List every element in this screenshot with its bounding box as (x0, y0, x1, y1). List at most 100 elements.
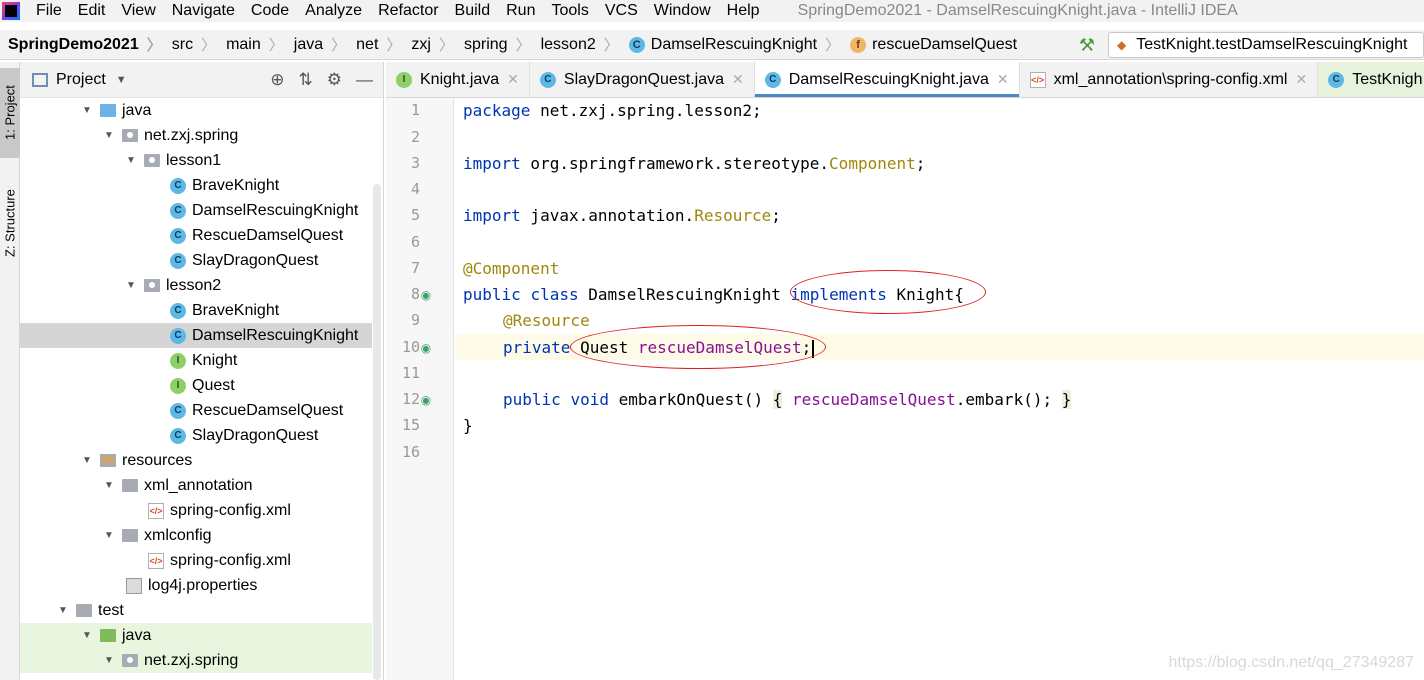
close-icon[interactable]: ✕ (1295, 71, 1307, 88)
close-icon[interactable]: ✕ (732, 71, 744, 88)
class-icon: C (170, 327, 186, 344)
tab-knight-java[interactable]: I Knight.java ✕ (386, 62, 530, 97)
package-icon (122, 654, 138, 667)
watermark: https://blog.csdn.net/qq_27349287 (1168, 654, 1414, 671)
menu-vcs[interactable]: VCS (597, 0, 646, 22)
folder-icon (122, 479, 138, 492)
tree-item[interactable]: C BraveKnight (20, 298, 372, 323)
test-class-icon: C (1328, 71, 1345, 88)
menu-edit[interactable]: Edit (70, 0, 114, 22)
collapse-all-icon[interactable]: ⇅ (299, 70, 313, 90)
chevron-down-icon[interactable]: ▼ (102, 655, 116, 666)
line-number: 5 (410, 206, 420, 224)
menu-view[interactable]: View (113, 0, 163, 22)
tree-item[interactable]: C RescueDamselQuest (20, 398, 372, 423)
menu-analyze[interactable]: Analyze (297, 0, 370, 22)
minimize-icon[interactable]: — (356, 70, 373, 90)
chevron-down-icon[interactable]: ▼ (124, 280, 138, 291)
code-editor[interactable] (455, 98, 1424, 680)
tree-item[interactable]: ▼ net.zxj.spring (20, 123, 372, 148)
code-line-1: package net.zxj.spring.lesson2; (463, 101, 762, 120)
tab-damselrescuingknight-java[interactable]: C DamselRescuingKnight.java ✕ (754, 62, 1020, 97)
package-icon (122, 129, 138, 142)
breadcrumb-project[interactable]: SpringDemo2021 〉 (0, 34, 162, 55)
menu-tools[interactable]: Tools (543, 0, 596, 22)
run-configuration-selector[interactable]: ◆ TestKnight.testDamselRescuingKnight (1108, 32, 1424, 58)
menu-refactor[interactable]: Refactor (370, 0, 446, 22)
tree-item[interactable]: C DamselRescuingKnight (20, 198, 372, 223)
injection-gutter-icon[interactable]: ◉ (418, 340, 434, 356)
chevron-down-icon[interactable]: ▼ (80, 455, 94, 466)
tree-item[interactable]: C RescueDamselQuest (20, 223, 372, 248)
gear-icon[interactable]: ⚙ (327, 70, 342, 90)
tree-item[interactable]: </> spring-config.xml (20, 498, 372, 523)
menu-run[interactable]: Run (498, 0, 543, 22)
close-icon[interactable]: ✕ (507, 71, 519, 88)
tab-spring-config-xml[interactable]: </> xml_annotation\spring-config.xml ✕ (1020, 62, 1319, 97)
chevron-down-icon[interactable]: ▼ (102, 530, 116, 541)
bean-gutter-icon[interactable]: ◉ (418, 287, 434, 303)
locate-icon[interactable]: ⊕ (270, 70, 284, 90)
tree-item[interactable]: ▼ xml_annotation (20, 473, 372, 498)
tab-slaydragonquest-java[interactable]: C SlayDragonQuest.java ✕ (530, 62, 755, 97)
chevron-down-icon[interactable]: ▼ (124, 155, 138, 166)
project-panel-title[interactable]: Project (56, 71, 106, 89)
menu-bar: File Edit View Navigate Code Analyze Ref… (0, 0, 1424, 22)
tree-item[interactable]: C SlayDragonQuest (20, 248, 372, 273)
breadcrumb-src[interactable]: src 〉 (162, 34, 216, 55)
tree-item[interactable]: ▼ java (20, 98, 372, 123)
breadcrumb-class[interactable]: C DamselRescuingKnight 〉 (619, 34, 840, 55)
chevron-down-icon[interactable]: ▼ (80, 630, 94, 641)
tool-tab-project[interactable]: 1: Project (0, 68, 20, 158)
code-line-7: @Component (463, 259, 560, 278)
menu-build[interactable]: Build (447, 0, 499, 22)
line-number: 11 (401, 364, 420, 382)
breadcrumb-java[interactable]: java 〉 (284, 34, 346, 55)
breadcrumb-zxj[interactable]: zxj 〉 (401, 34, 454, 55)
editor-tab-bar: I Knight.java ✕ C SlayDragonQuest.java ✕ C Da… (386, 62, 1424, 98)
tree-item[interactable]: ▼ java (20, 623, 372, 648)
breadcrumb-lesson2[interactable]: lesson2 〉 (531, 34, 619, 55)
chevron-down-icon[interactable]: ▼ (102, 480, 116, 491)
class-icon: C (764, 71, 781, 88)
chevron-down-icon[interactable]: ▼ (102, 130, 116, 141)
menu-help[interactable]: Help (719, 0, 768, 22)
tree-item[interactable]: </> spring-config.xml (20, 548, 372, 573)
chevron-down-icon[interactable]: ▼ (56, 605, 70, 616)
tree-item[interactable]: ▼ xmlconfig (20, 523, 372, 548)
build-hammer-icon[interactable]: ⚒ (1074, 34, 1100, 56)
menu-window[interactable]: Window (646, 0, 719, 22)
tree-item[interactable]: C SlayDragonQuest (20, 423, 372, 448)
tree-item-selected[interactable]: C DamselRescuingKnight (20, 323, 372, 348)
breadcrumb-main[interactable]: main 〉 (216, 34, 284, 55)
code-line-3: import org.springframework.stereotype.Co… (463, 154, 926, 173)
tree-item[interactable]: I Knight (20, 348, 372, 373)
annotation-ellipse-field (570, 325, 826, 369)
tree-item[interactable]: ▼ resources (20, 448, 372, 473)
breadcrumb-field[interactable]: f rescueDamselQuest (840, 36, 1017, 54)
tree-item[interactable]: log4j.properties (20, 573, 372, 598)
project-scrollbar[interactable] (373, 184, 381, 680)
project-view-icon (32, 72, 48, 87)
chevron-down-icon[interactable]: ▼ (80, 105, 94, 116)
tree-item[interactable]: ▼ lesson2 (20, 273, 372, 298)
tree-item[interactable]: I Quest (20, 373, 372, 398)
tree-item[interactable]: ▼ net.zxj.spring (20, 648, 372, 673)
menu-navigate[interactable]: Navigate (164, 0, 243, 22)
tree-item[interactable]: ▼ test (20, 598, 372, 623)
tab-testknight[interactable]: C TestKnigh (1318, 62, 1424, 97)
tool-tab-structure[interactable]: Z: Structure (0, 174, 20, 272)
breadcrumb-spring[interactable]: spring 〉 (454, 34, 531, 55)
menu-file[interactable]: File (22, 0, 70, 22)
breadcrumb-net[interactable]: net 〉 (346, 34, 401, 55)
project-panel: Project ▼ ⊕ ⇅ ⚙ — ▼ java ▼ net.zxj.spring … (20, 62, 384, 680)
line-number: 8 (410, 285, 420, 303)
tree-item[interactable]: ▼ lesson1 (20, 148, 372, 173)
menu-code[interactable]: Code (243, 0, 297, 22)
tree-item[interactable]: C BraveKnight (20, 173, 372, 198)
line-number: 2 (410, 128, 420, 146)
chevron-down-icon[interactable]: ▼ (116, 74, 127, 86)
implements-gutter-icon[interactable]: ◉ (418, 392, 434, 408)
close-icon[interactable]: ✕ (997, 71, 1009, 88)
line-number: 3 (410, 154, 420, 172)
